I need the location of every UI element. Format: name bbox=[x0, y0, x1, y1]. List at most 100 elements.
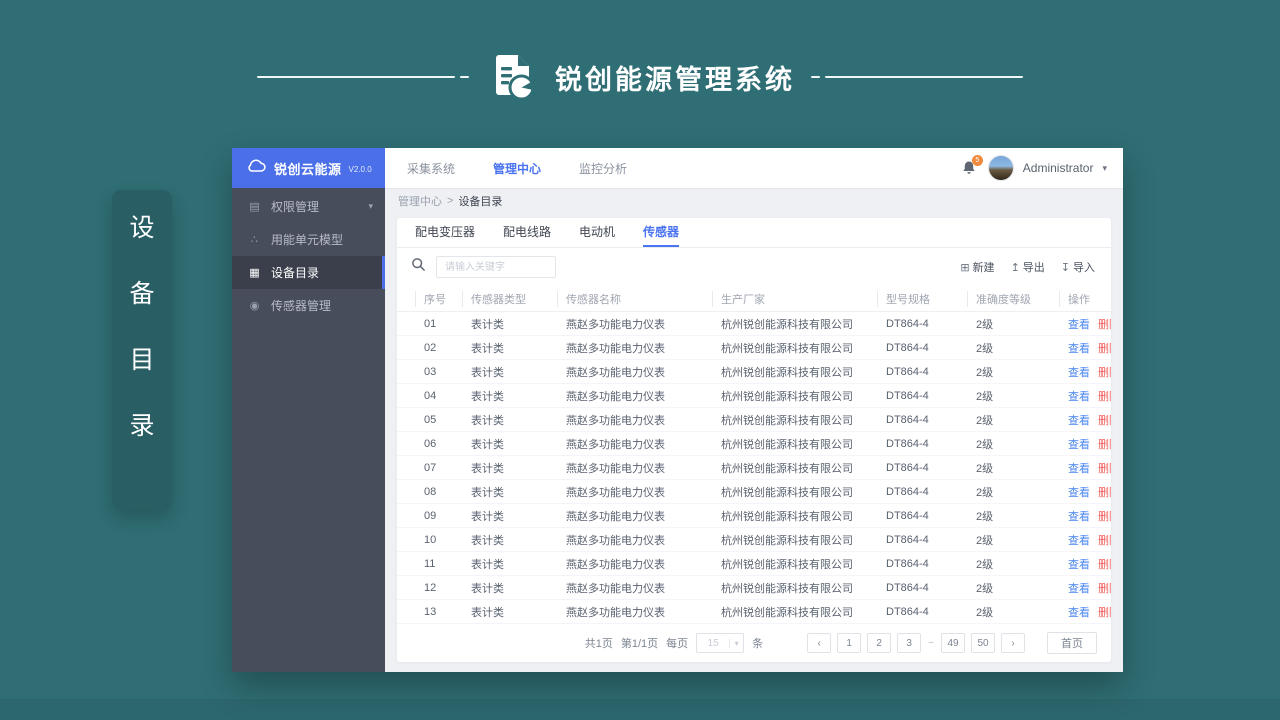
column-header: 操作 bbox=[1059, 290, 1111, 307]
nav-item-manage[interactable]: 管理中心 bbox=[493, 160, 541, 177]
cell: 表计类 bbox=[471, 438, 504, 451]
delete-link[interactable]: 删除 bbox=[1098, 604, 1111, 620]
cell: 表计类 bbox=[471, 366, 504, 379]
next-page-button[interactable]: › bbox=[1001, 633, 1025, 653]
notification-bell-icon[interactable]: 5 bbox=[961, 155, 983, 177]
notification-badge: 5 bbox=[971, 155, 983, 166]
cell: 燕赵多功能电力仪表 bbox=[566, 534, 665, 547]
page-background: 锐创能源管理系统 设备目录 锐创云能源 V2.0.0 ▤ 权限管理 ▾ ∴ 用能单元模型… bbox=[0, 0, 1280, 720]
view-link[interactable]: 查看 bbox=[1068, 508, 1090, 524]
cell: 11 bbox=[424, 557, 436, 570]
caret-down-icon[interactable]: ▾ bbox=[1102, 163, 1107, 174]
sidebar: 锐创云能源 V2.0.0 ▤ 权限管理 ▾ ∴ 用能单元模型 ▦ 设备目录 ◉ 传感器管理 bbox=[232, 148, 385, 672]
export-icon: ↥ bbox=[1010, 261, 1020, 274]
nav-item-collect[interactable]: 采集系统 bbox=[407, 160, 455, 177]
view-link[interactable]: 查看 bbox=[1068, 604, 1090, 620]
delete-link[interactable]: 删除 bbox=[1098, 508, 1111, 524]
view-link[interactable]: 查看 bbox=[1068, 388, 1090, 404]
avatar[interactable] bbox=[987, 155, 1014, 181]
sidebar-item-label: 用能单元模型 bbox=[271, 233, 344, 247]
toolbar: ⊞新建 ↥导出 ↧导入 bbox=[397, 248, 1111, 286]
delete-link[interactable]: 删除 bbox=[1098, 316, 1111, 332]
tab-line[interactable]: 配电线路 bbox=[503, 218, 551, 247]
table-row: 02 表计类 燕赵多功能电力仪表 杭州锐创能源科技有限公司 DT864-4 2级 查看删除 bbox=[397, 336, 1111, 360]
decor-line-right bbox=[811, 76, 1023, 78]
tab-motor[interactable]: 电动机 bbox=[579, 218, 615, 247]
cell: DT864-4 bbox=[886, 557, 929, 570]
cell: 表计类 bbox=[471, 390, 504, 403]
row-actions: 查看删除 bbox=[1059, 532, 1111, 548]
breadcrumb-current: 设备目录 bbox=[458, 196, 503, 208]
delete-link[interactable]: 删除 bbox=[1098, 460, 1111, 476]
cell: 杭州锐创能源科技有限公司 bbox=[721, 486, 853, 499]
delete-link[interactable]: 删除 bbox=[1098, 484, 1111, 500]
first-page-button[interactable]: 首页 bbox=[1047, 632, 1097, 654]
logo-name: 锐创云能源 bbox=[274, 161, 342, 177]
page-button-1[interactable]: 1 bbox=[837, 633, 862, 653]
delete-link[interactable]: 删除 bbox=[1098, 580, 1111, 596]
side-label-char: 录 bbox=[129, 412, 155, 440]
view-link[interactable]: 查看 bbox=[1068, 460, 1090, 476]
delete-link[interactable]: 删除 bbox=[1098, 532, 1111, 548]
user-name[interactable]: Administrator bbox=[1023, 161, 1094, 175]
cell: 2级 bbox=[976, 318, 994, 331]
delete-link[interactable]: 删除 bbox=[1098, 340, 1111, 356]
cell: DT864-4 bbox=[886, 509, 929, 522]
row-actions: 查看删除 bbox=[1059, 508, 1111, 524]
export-button[interactable]: ↥ 导出 bbox=[1011, 259, 1045, 275]
cell: DT864-4 bbox=[886, 365, 929, 378]
nav-item-monitor[interactable]: 监控分析 bbox=[579, 160, 627, 177]
import-button[interactable]: ↧ 导入 bbox=[1061, 259, 1095, 275]
per-page-select[interactable]: 15 ▾ bbox=[696, 633, 745, 653]
column-header: 生产厂家 bbox=[712, 290, 877, 307]
report-doc-icon bbox=[485, 50, 539, 104]
view-link[interactable]: 查看 bbox=[1068, 412, 1090, 428]
cell: 2级 bbox=[976, 342, 994, 355]
cell: 杭州锐创能源科技有限公司 bbox=[721, 534, 853, 547]
cell: 表计类 bbox=[471, 534, 504, 547]
view-link[interactable]: 查看 bbox=[1068, 532, 1090, 548]
delete-link[interactable]: 删除 bbox=[1098, 436, 1111, 452]
tab-transformer[interactable]: 配电变压器 bbox=[415, 218, 475, 247]
model-icon: ∴ bbox=[251, 234, 258, 246]
table-row: 10 表计类 燕赵多功能电力仪表 杭州锐创能源科技有限公司 DT864-4 2级 查看删除 bbox=[397, 528, 1111, 552]
table-row: 03 表计类 燕赵多功能电力仪表 杭州锐创能源科技有限公司 DT864-4 2级 查看删除 bbox=[397, 360, 1111, 384]
sidebar-item-sensor[interactable]: ◉ 传感器管理 bbox=[232, 289, 385, 322]
import-icon: ↧ bbox=[1060, 261, 1070, 274]
table-row: 07 表计类 燕赵多功能电力仪表 杭州锐创能源科技有限公司 DT864-4 2级 查看删除 bbox=[397, 456, 1111, 480]
view-link[interactable]: 查看 bbox=[1068, 316, 1090, 332]
view-link[interactable]: 查看 bbox=[1068, 364, 1090, 380]
breadcrumb-separator: > bbox=[447, 195, 454, 207]
page-button-49[interactable]: 49 bbox=[941, 633, 965, 653]
table-row: 11 表计类 燕赵多功能电力仪表 杭州锐创能源科技有限公司 DT864-4 2级 查看删除 bbox=[397, 552, 1111, 576]
cell: 燕赵多功能电力仪表 bbox=[566, 342, 665, 355]
sidebar-item-model[interactable]: ∴ 用能单元模型 bbox=[232, 223, 385, 256]
sidebar-item-catalog[interactable]: ▦ 设备目录 bbox=[232, 256, 385, 289]
cell: 07 bbox=[424, 461, 437, 474]
view-link[interactable]: 查看 bbox=[1068, 556, 1090, 572]
delete-link[interactable]: 删除 bbox=[1098, 556, 1111, 572]
cloud-icon bbox=[245, 158, 267, 178]
view-link[interactable]: 查看 bbox=[1068, 580, 1090, 596]
search-input[interactable] bbox=[436, 256, 556, 278]
page-button-50[interactable]: 50 bbox=[971, 633, 995, 653]
view-link[interactable]: 查看 bbox=[1068, 340, 1090, 356]
cell: 13 bbox=[424, 605, 437, 618]
delete-link[interactable]: 删除 bbox=[1098, 412, 1111, 428]
page-button-3[interactable]: 3 bbox=[897, 633, 922, 653]
delete-link[interactable]: 删除 bbox=[1098, 388, 1111, 404]
action-label: 导入 bbox=[1073, 262, 1095, 274]
page-button-2[interactable]: 2 bbox=[867, 633, 892, 653]
view-link[interactable]: 查看 bbox=[1068, 436, 1090, 452]
sidebar-item-permission[interactable]: ▤ 权限管理 ▾ bbox=[232, 190, 385, 223]
prev-page-button[interactable]: ‹ bbox=[807, 633, 832, 653]
view-link[interactable]: 查看 bbox=[1068, 484, 1090, 500]
breadcrumb-parent[interactable]: 管理中心 bbox=[398, 193, 442, 209]
row-actions: 查看删除 bbox=[1059, 316, 1111, 332]
row-actions: 查看删除 bbox=[1059, 340, 1111, 356]
tab-sensor[interactable]: 传感器 bbox=[643, 218, 680, 247]
cell: 2级 bbox=[976, 558, 994, 571]
new-button[interactable]: ⊞ 新建 bbox=[960, 259, 994, 275]
cell: 杭州锐创能源科技有限公司 bbox=[721, 462, 853, 475]
delete-link[interactable]: 删除 bbox=[1098, 364, 1111, 380]
